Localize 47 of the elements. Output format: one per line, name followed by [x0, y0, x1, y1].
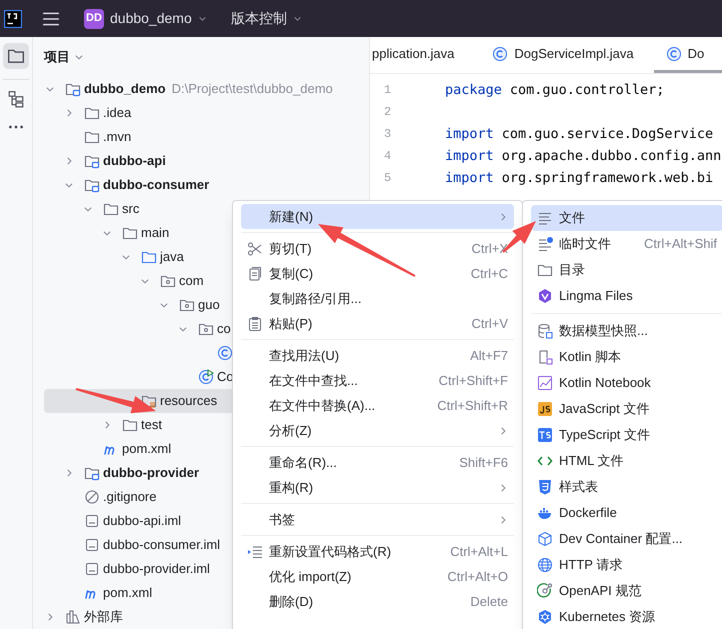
shortcut-text: Alt+F7	[469, 346, 508, 365]
item-label: resources	[160, 392, 218, 410]
item-label: dubbo-provider.iml	[103, 560, 210, 578]
code-text: org.apache.dubbo.config.ann	[502, 146, 722, 166]
line-number: 3	[383, 126, 392, 143]
line-number: 1	[383, 82, 392, 99]
shortcut-text: Ctrl+Alt+Shif	[643, 235, 717, 254]
item-label: dubbo-provider	[103, 464, 200, 482]
shortcut-text: Ctrl+Alt+O	[446, 568, 508, 586]
item-label: guo	[198, 296, 220, 314]
item-label: pom.xml	[122, 440, 172, 458]
shortcut-text: Ctrl+C	[470, 264, 508, 283]
shortcut-text: Ctrl+V	[470, 314, 508, 333]
item-label: pom.xml	[103, 584, 152, 602]
line-number: 5	[383, 170, 392, 187]
item-label: dubbo-consumer	[103, 176, 210, 194]
shortcut-text: Ctrl+Alt+L	[449, 542, 508, 561]
code-keyword: package	[445, 80, 502, 100]
panel-title: 项目	[44, 48, 70, 66]
item-label: .idea	[103, 104, 132, 122]
line-number: 4	[383, 148, 392, 165]
item-path: D:\Project\test\dubbo_demo	[172, 80, 333, 98]
item-label: dubbo-api	[103, 152, 166, 170]
item-label: .gitignore	[103, 488, 156, 506]
code-text: org.springframework.web.bi	[502, 168, 714, 188]
shortcut-text: Ctrl+Shift+R	[436, 396, 508, 415]
code-keyword: import	[445, 168, 494, 188]
item-label: main	[141, 224, 170, 242]
code-keyword: import	[445, 124, 494, 144]
line-number: 2	[383, 104, 392, 121]
item-label: dubbo-consumer.iml	[103, 536, 220, 554]
code-text: com.guo.controller;	[510, 80, 664, 100]
project-badge: DD	[84, 8, 104, 28]
code-keyword: import	[445, 146, 494, 166]
item-label: dubbo-api.iml	[103, 512, 182, 530]
item-label: java	[160, 248, 184, 266]
item-label: .mvn	[103, 128, 132, 146]
code-text: com.guo.service.DogService	[502, 124, 714, 144]
shortcut-text: Ctrl+Shift+F	[438, 372, 508, 390]
item-label: dubbo_demo	[84, 80, 166, 98]
item-label: test	[141, 416, 162, 434]
item-label: co	[217, 320, 231, 338]
shortcut-text: Delete	[469, 592, 508, 611]
shortcut-text: Shift+F6	[458, 454, 508, 472]
item-label: src	[122, 200, 140, 218]
item-label: 外部库	[84, 608, 123, 626]
item-label: com	[179, 272, 204, 290]
